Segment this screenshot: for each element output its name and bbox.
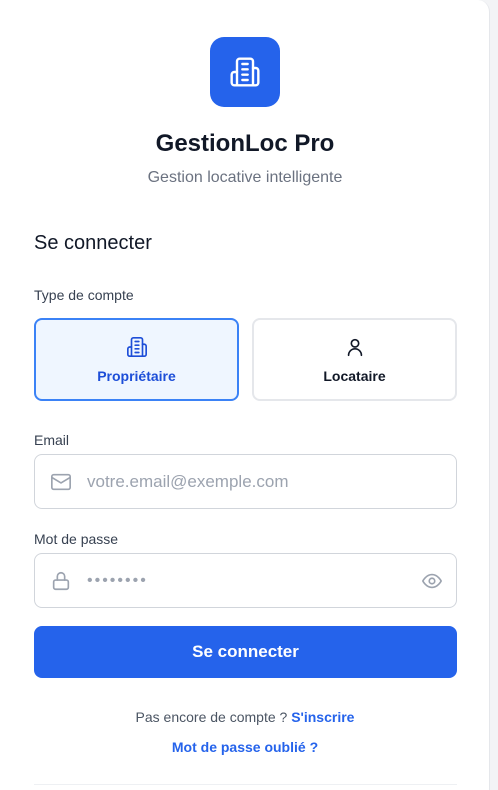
account-type-label: Type de compte (34, 287, 134, 303)
login-submit-button[interactable]: Se connecter (34, 626, 457, 678)
signup-prompt: Pas encore de compte ? S'inscrire (0, 709, 490, 725)
building-icon (230, 57, 260, 87)
form-heading: Se connecter (34, 232, 152, 254)
account-type-owner-button[interactable]: Propriétaire (34, 318, 239, 401)
email-field-wrapper (34, 454, 457, 509)
lock-icon (35, 570, 87, 592)
account-type-tenant-label: Locataire (323, 367, 386, 384)
forgot-password-link[interactable]: Mot de passe oublié ? (172, 739, 318, 755)
password-label: Mot de passe (34, 531, 119, 547)
user-icon (347, 338, 362, 356)
account-type-tenant-button[interactable]: Locataire (252, 318, 457, 401)
divider (34, 784, 457, 785)
app-title: GestionLoc Pro (155, 130, 335, 157)
password-field-wrapper: •••••••• (34, 553, 457, 608)
email-label: Email (34, 432, 70, 448)
forgot-password-row: Mot de passe oublié ? (0, 739, 490, 755)
app-subtitle: Gestion locative intelligente (147, 169, 343, 186)
mail-icon (35, 471, 87, 493)
eye-icon[interactable] (408, 570, 456, 592)
login-card: GestionLoc Pro Gestion locative intellig… (0, 0, 490, 790)
signup-link[interactable]: S'inscrire (291, 709, 354, 725)
email-input[interactable] (87, 455, 456, 508)
account-type-owner-label: Propriétaire (97, 367, 176, 384)
no-account-text: Pas encore de compte ? (135, 709, 292, 725)
app-logo (210, 37, 280, 107)
building-icon (126, 336, 147, 357)
password-input[interactable]: •••••••• (87, 572, 408, 590)
